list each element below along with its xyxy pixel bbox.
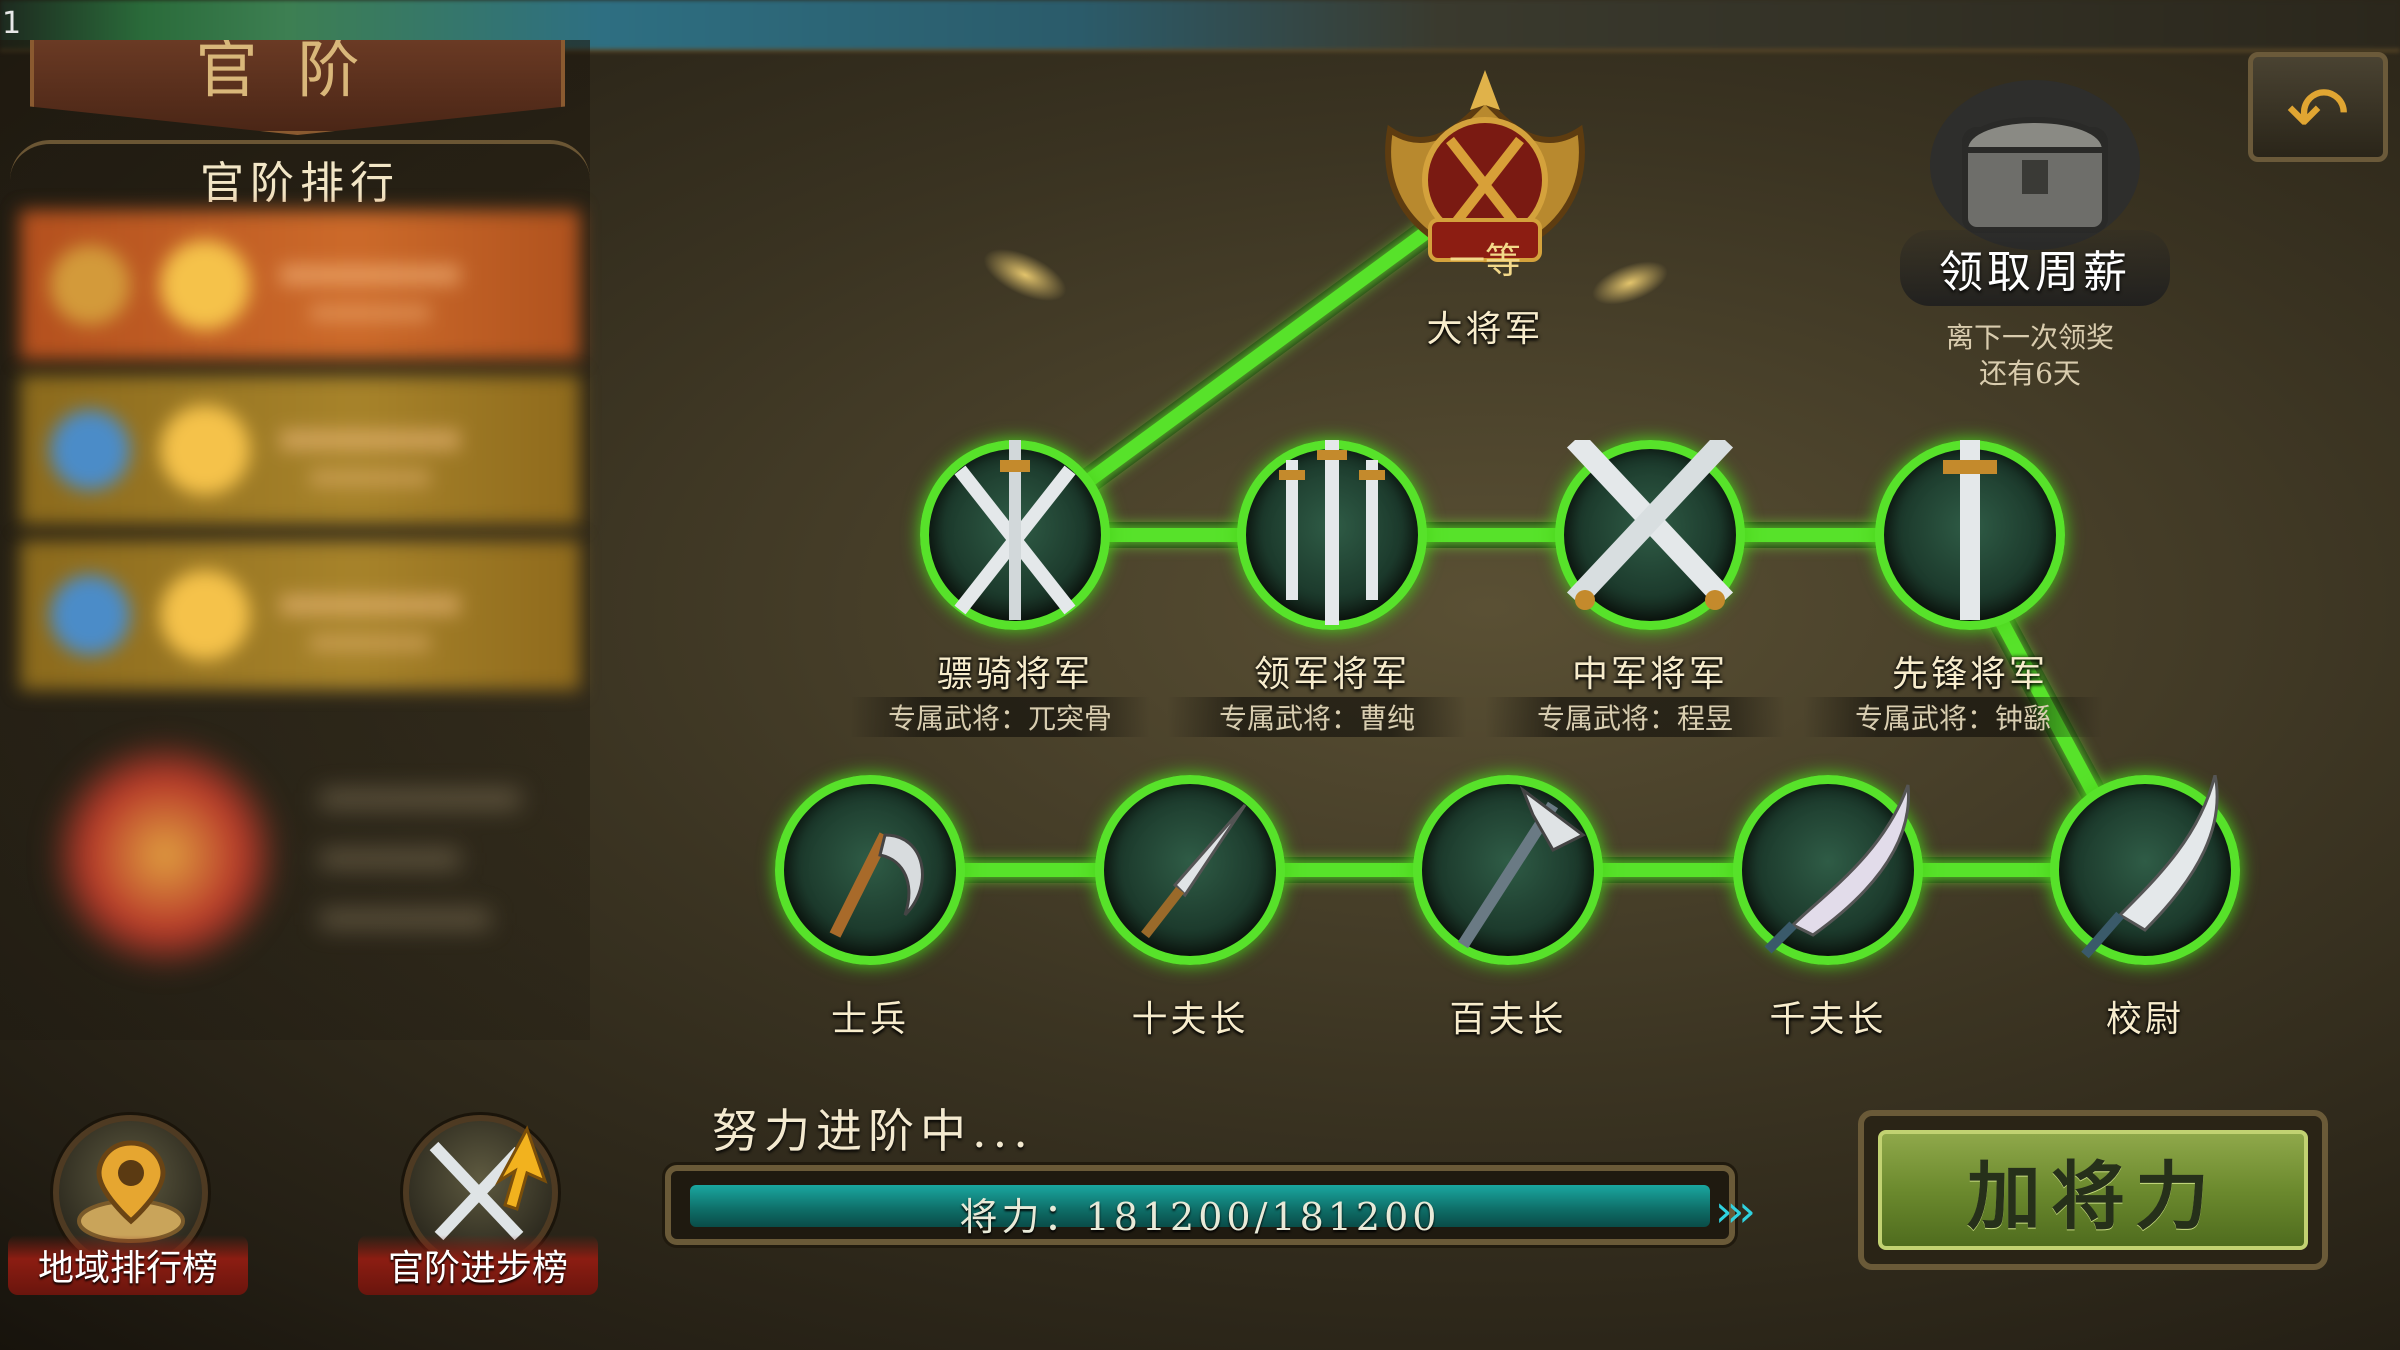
exclusive-hero-4: 专属武将：钟繇 [1803, 697, 2103, 737]
crossed-blades-icon [1566, 440, 1734, 610]
sickle-icon [829, 832, 924, 938]
exclusive-hero-3: 专属武将：程昱 [1485, 697, 1785, 737]
back-button[interactable]: ↶ [2248, 52, 2388, 162]
rank-node-general-1[interactable] [920, 440, 1110, 630]
rank-node-centurion[interactable] [1413, 775, 1603, 965]
add-power-label: 加将力 [1967, 1153, 2219, 1240]
add-power-face: 加将力 [1878, 1130, 2308, 1250]
salary-note-line1: 离下一次领奖 [1945, 321, 2114, 354]
polearm-icon [1457, 785, 1586, 949]
salary-countdown: 离下一次领奖 还有6天 [1880, 320, 2180, 392]
rank-node-colonel[interactable] [2050, 775, 2240, 965]
chevrons-right-icon: ››› [1715, 1186, 1756, 1237]
rank-node-general-2[interactable] [1237, 440, 1427, 630]
curved-blade-icon [1764, 784, 1911, 954]
rank-node-general-3[interactable] [1555, 440, 1745, 630]
rank-node-chiliarch[interactable] [1733, 775, 1923, 965]
rank-label-general-2: 领军将军 [1253, 654, 1410, 695]
crossed-swords-icon [954, 440, 1076, 620]
single-sword-icon [1943, 440, 1997, 620]
rank-label-general-4: 先锋将军 [1891, 654, 2048, 695]
add-power-button[interactable]: 加将力 [1858, 1110, 2328, 1270]
rank-label-centurion: 百夫长 [1449, 999, 1567, 1040]
rank-label-grand-general: 大将军 [1426, 309, 1544, 350]
rank-label-chiliarch: 千夫长 [1769, 999, 1887, 1040]
rank-label-soldier: 士兵 [830, 999, 909, 1040]
progress-caption: 努力进阶中... [712, 1104, 1034, 1158]
exclusive-hero-1: 专属武将：兀突骨 [850, 697, 1150, 737]
weekly-salary-button[interactable]: 领取周薪 [1900, 80, 2170, 306]
dagger-icon [1141, 804, 1247, 939]
exclusive-hero-2: 专属武将：曹纯 [1167, 697, 1467, 737]
rank-node-soldier[interactable] [775, 775, 965, 965]
rank-label-general-1: 骠骑将军 [936, 654, 1093, 695]
rank-label-general-3: 中军将军 [1571, 654, 1728, 695]
rank-label-squad-leader: 十夫长 [1131, 999, 1249, 1040]
weekly-salary-label: 领取周薪 [1900, 230, 2170, 306]
rank-badge: 一等 [1448, 241, 1521, 282]
rank-node-squad-leader[interactable] [1095, 775, 1285, 965]
back-arrow-icon: ↶ [2286, 69, 2350, 158]
progress-text: 将力：181200/181200 [959, 1195, 1441, 1239]
three-swords-icon [1279, 440, 1385, 625]
rank-node-grand-general[interactable]: 一等 [1370, 60, 1600, 290]
broadsword-icon [2081, 775, 2219, 959]
rank-node-general-4[interactable] [1875, 440, 2065, 630]
treasure-chest-icon [1930, 80, 2140, 250]
salary-note-line2: 还有6天 [1979, 357, 2081, 390]
rank-label-colonel: 校尉 [2105, 999, 2184, 1040]
